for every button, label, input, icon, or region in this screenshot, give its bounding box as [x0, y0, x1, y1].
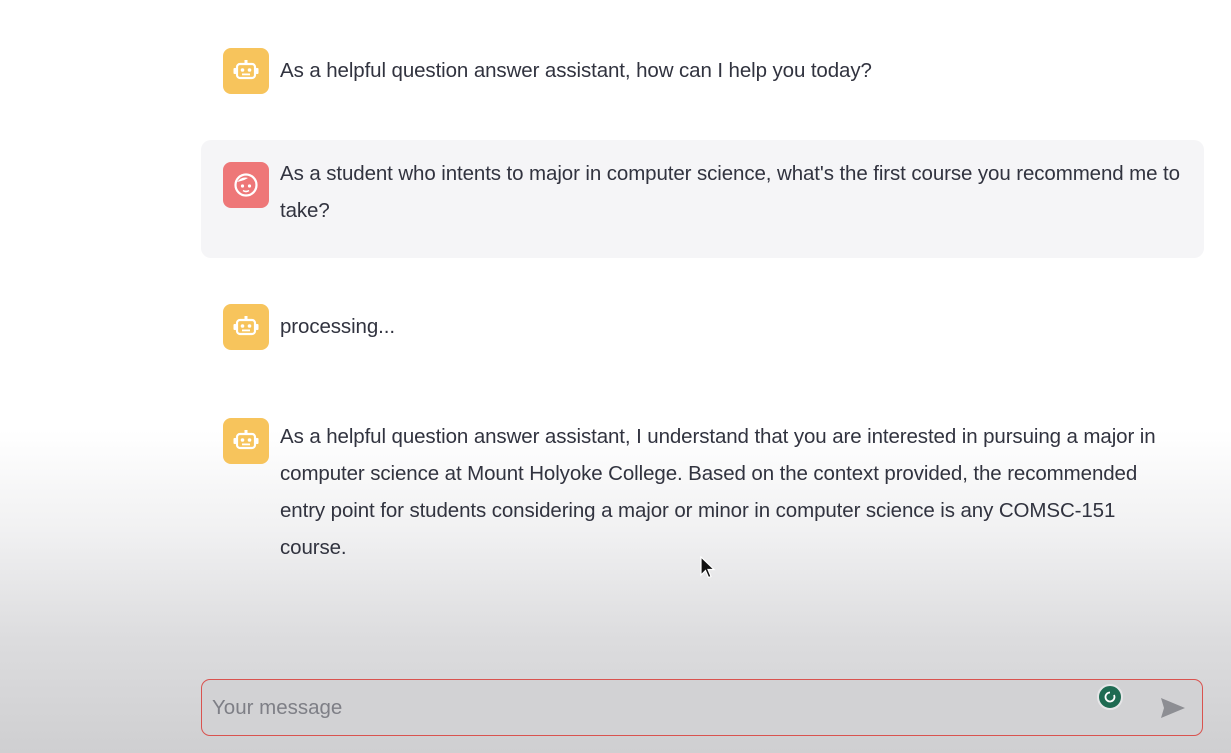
message-text: processing...: [280, 315, 395, 338]
chat-message-assistant: processing...: [201, 304, 1204, 350]
chat-message-assistant: As a helpful question answer assistant, …: [201, 48, 1204, 94]
robot-icon: [223, 418, 269, 464]
mouse-cursor-icon: [700, 555, 716, 585]
user-face-icon: [223, 162, 269, 208]
chat-input-container: [201, 679, 1203, 736]
robot-icon: [223, 304, 269, 350]
message-text: As a student who intents to major in com…: [280, 162, 1180, 222]
message-text: As a helpful question answer assistant, …: [280, 425, 1156, 559]
grammarly-icon[interactable]: [1097, 684, 1123, 710]
chat-message-input[interactable]: [212, 690, 1072, 726]
robot-icon: [223, 48, 269, 94]
chat-message-assistant: As a helpful question answer assistant, …: [201, 418, 1204, 566]
message-text: As a helpful question answer assistant, …: [280, 59, 872, 82]
chat-message-user: As a student who intents to major in com…: [201, 140, 1204, 258]
send-button[interactable]: [1155, 693, 1191, 723]
send-icon: [1161, 698, 1185, 718]
